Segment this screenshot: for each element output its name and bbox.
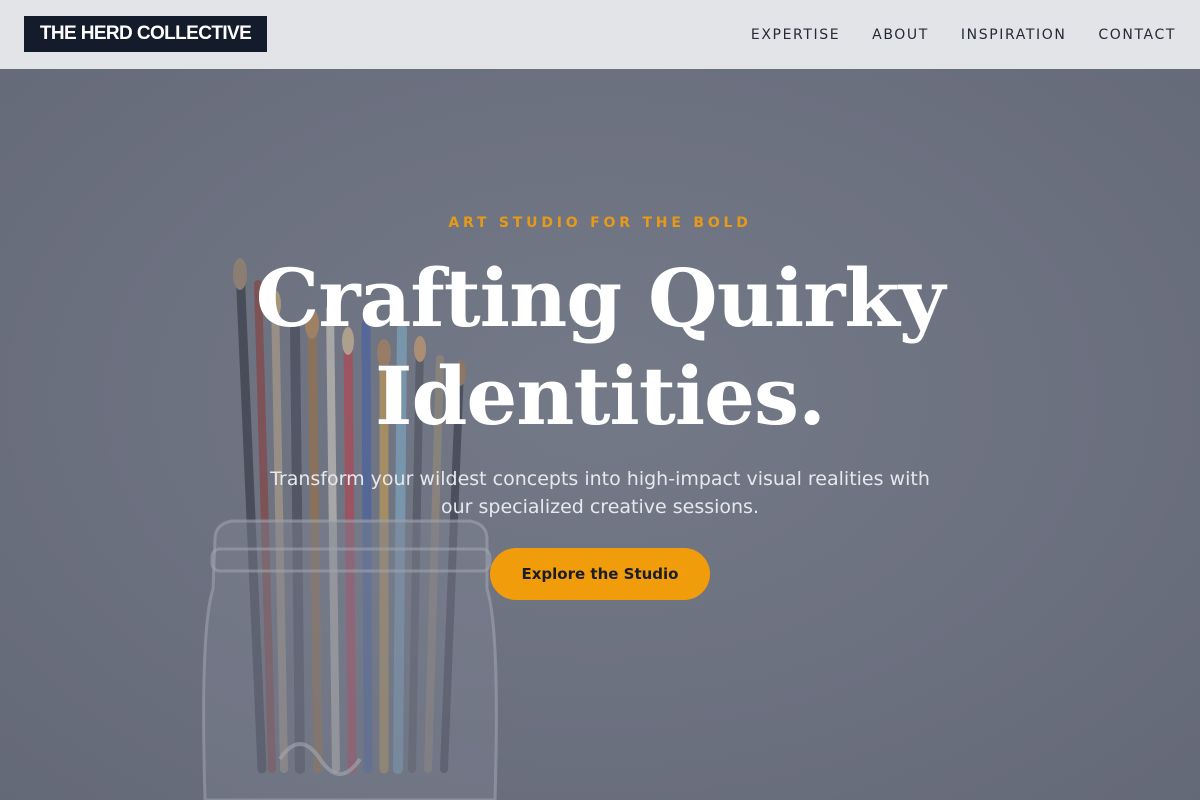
hero-eyebrow: ART STUDIO FOR THE BOLD <box>448 215 752 231</box>
nav-link-contact[interactable]: CONTACT <box>1098 27 1176 43</box>
brand-logo[interactable]: THE HERD COLLECTIVE <box>24 16 267 52</box>
headline-line-1: Crafting Quirky <box>255 251 946 345</box>
hero-subtitle: Transform your wildest concepts into hig… <box>270 468 930 518</box>
main-nav: EXPERTISE ABOUT INSPIRATION CONTACT <box>751 0 1176 69</box>
hero-section: ART STUDIO FOR THE BOLD Crafting Quirky … <box>0 69 1200 800</box>
headline-line-2: Identities. <box>375 349 826 443</box>
nav-link-expertise[interactable]: EXPERTISE <box>751 27 840 43</box>
top-navbar: THE HERD COLLECTIVE EXPERTISE ABOUT INSP… <box>0 0 1200 69</box>
nav-link-about[interactable]: ABOUT <box>872 27 929 43</box>
hero-headline: Crafting Quirky Identities. <box>0 249 1200 445</box>
nav-link-inspiration[interactable]: INSPIRATION <box>961 27 1066 43</box>
explore-studio-button[interactable]: Explore the Studio <box>490 548 710 600</box>
